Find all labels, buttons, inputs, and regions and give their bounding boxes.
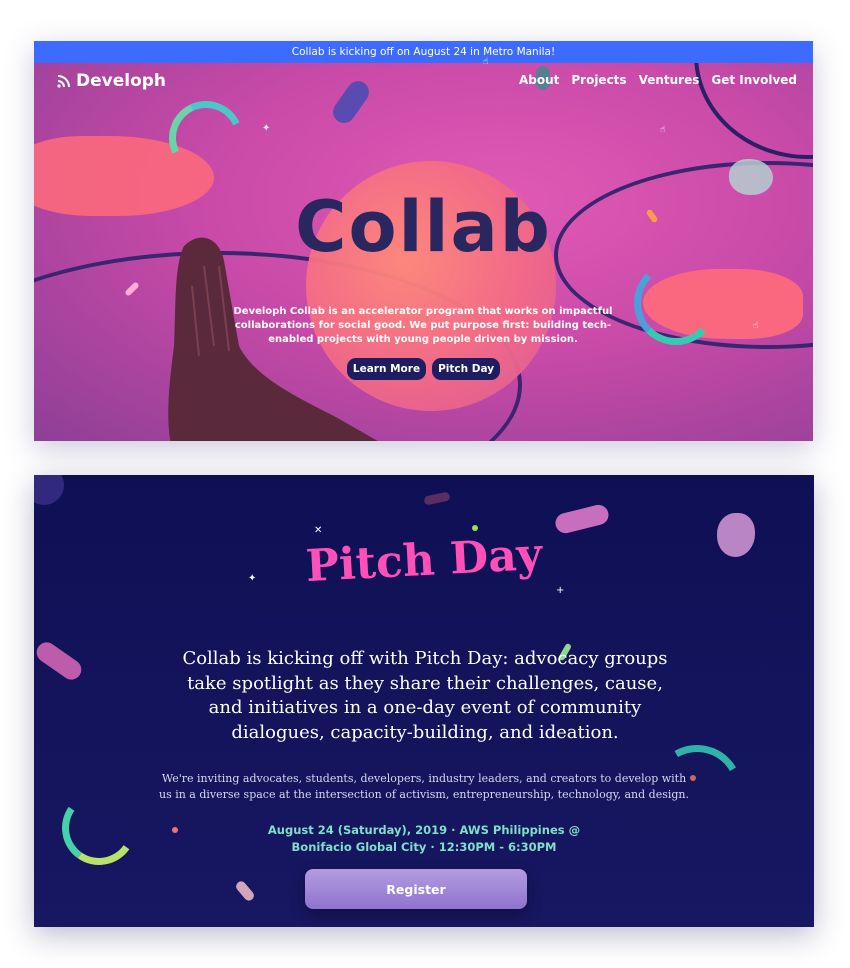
main-nav: About Projects Ventures Get Involved	[519, 73, 797, 87]
pitch-day-button[interactable]: Pitch Day	[432, 358, 501, 380]
hero-title: Collab	[295, 186, 552, 268]
pill-shape	[34, 475, 64, 505]
event-venue-line: Bonifacio Global City · 12:30PM - 6:30PM	[291, 840, 557, 854]
hero-section: ✦ ✦ ✦ ✕ ☝ ☝ ☝ Collab is kicking off on A…	[34, 41, 813, 441]
register-button[interactable]: Register	[305, 869, 527, 909]
hero-actions: Learn More Pitch Day	[34, 358, 813, 380]
pitch-day-title: Pitch Day	[304, 528, 544, 593]
pitch-day-description: We're inviting advocates, students, deve…	[158, 772, 689, 801]
dot-shape	[472, 525, 478, 531]
pill-shape	[328, 76, 374, 128]
brand-logo[interactable]: Developh	[56, 71, 166, 91]
hand-cursor-icon: ☝	[483, 57, 489, 67]
event-date-line: August 24 (Saturday), 2019 · AWS Philipp…	[267, 823, 581, 837]
nav-item-ventures[interactable]: Ventures	[639, 73, 700, 87]
announcement-bar[interactable]: Collab is kicking off on August 24 in Me…	[34, 41, 813, 63]
pitch-day-lead: Collab is kicking off with Pitch Day: ad…	[182, 648, 668, 743]
brand-name[interactable]: Developh	[76, 71, 166, 91]
sparkle-icon: ✦	[262, 123, 271, 134]
announcement-text[interactable]: Collab is kicking off on August 24 in Me…	[292, 46, 555, 58]
learn-more-button[interactable]: Learn More	[346, 358, 427, 380]
hand-cursor-icon: ☝	[660, 125, 666, 135]
nav-item-get-involved[interactable]: Get Involved	[711, 73, 797, 87]
nav-item-projects[interactable]: Projects	[571, 73, 626, 87]
arc-shape	[634, 261, 718, 345]
hero-description: Developh Collab is an accelerator progra…	[233, 306, 613, 345]
nav-item-about[interactable]: About	[519, 73, 559, 87]
hand-cursor-icon: ☝	[753, 321, 759, 331]
pitch-day-section: ✕ ✦ + Pitch Day Collab is kicking off wi…	[34, 475, 814, 927]
pill-shape	[423, 491, 451, 506]
sparkle-icon: ✕	[314, 525, 323, 536]
wifi-logo-icon	[57, 75, 70, 88]
event-details: August 24 (Saturday), 2019 · AWS Philipp…	[34, 822, 814, 856]
pill-shape	[34, 638, 86, 684]
pill-shape	[234, 879, 256, 903]
sparkle-icon: +	[556, 585, 565, 596]
